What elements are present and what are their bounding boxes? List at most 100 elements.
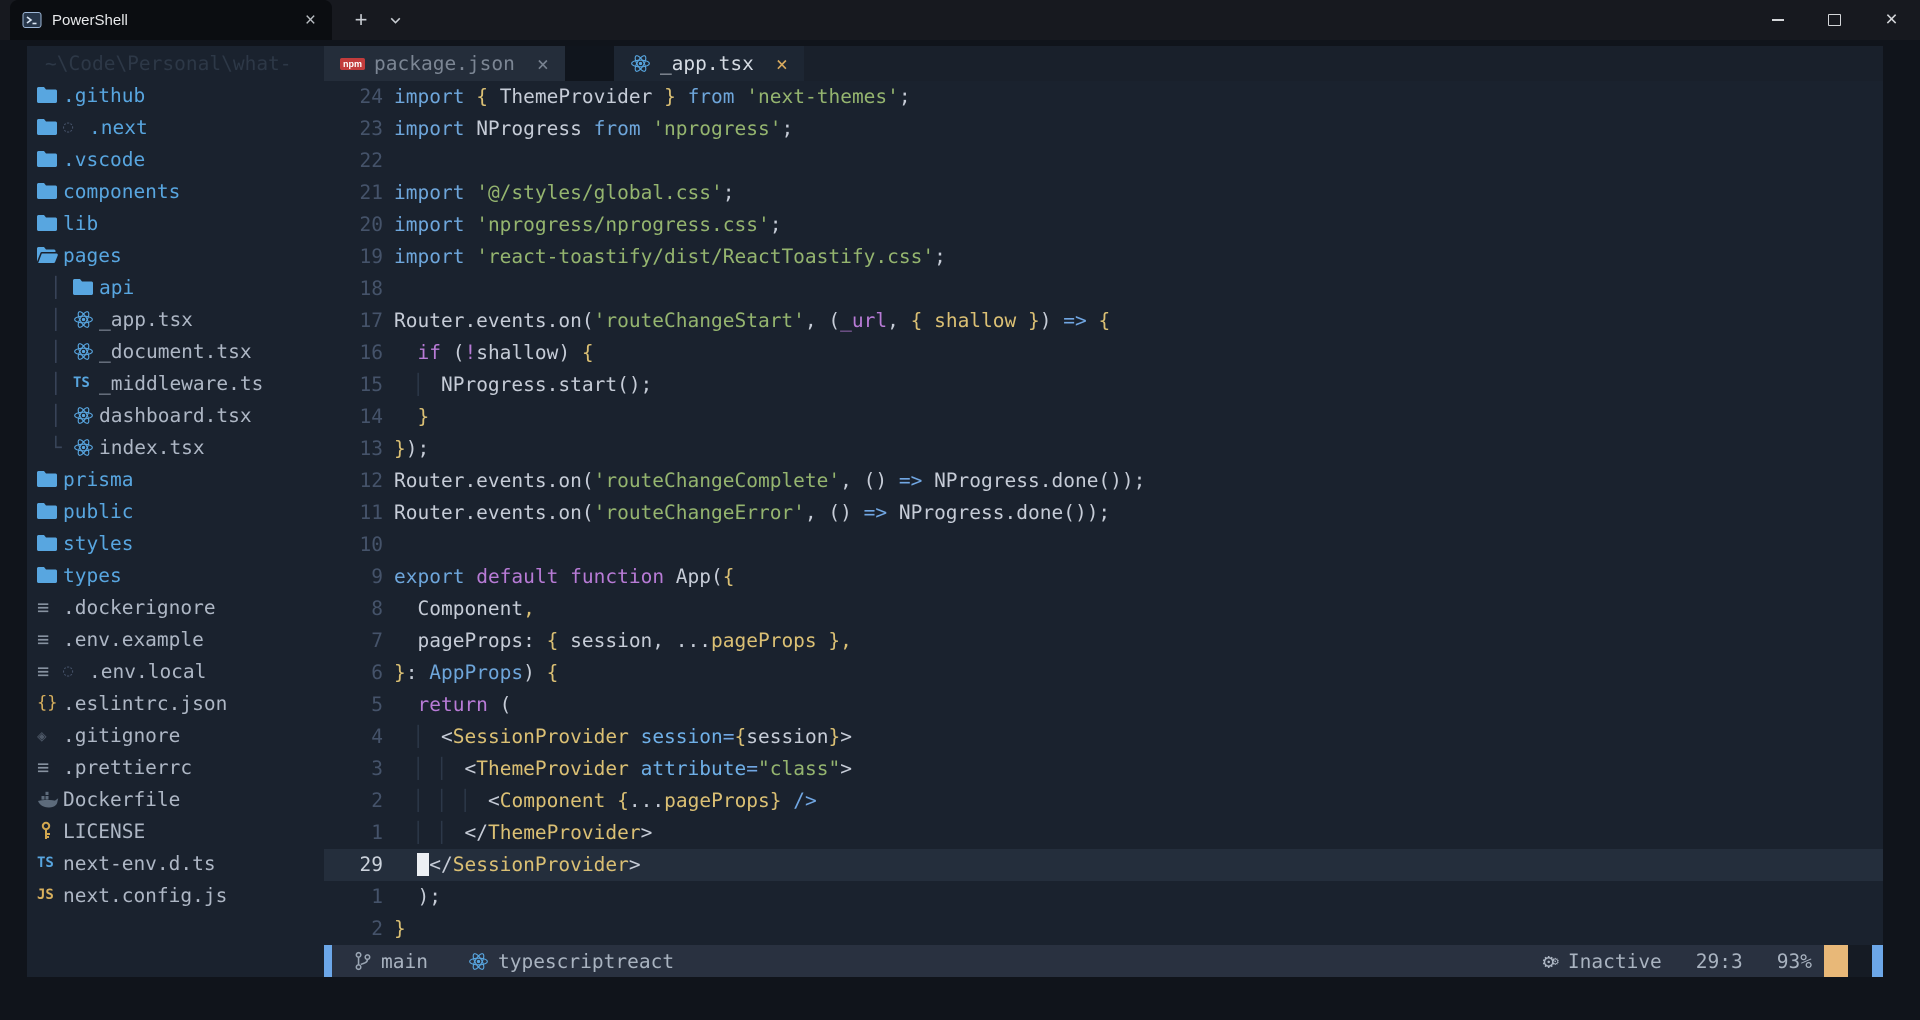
list-icon: ≡ — [37, 659, 63, 683]
tree-indent-guide: │ — [37, 276, 73, 299]
line-number: 16 — [324, 337, 383, 369]
editor-pane: npmpackage.json× _app.tsx× 24import { The… — [324, 46, 1883, 977]
buffer-tab-_app.tsx[interactable]: _app.tsx× — [614, 46, 804, 81]
line-number: 12 — [324, 465, 383, 497]
tree-item-.gitignore[interactable]: ◈.gitignore — [27, 719, 324, 751]
code-line-current[interactable]: 29 </SessionProvider> — [324, 849, 1883, 881]
tree-item-public[interactable]: public — [27, 495, 324, 527]
code-line[interactable]: 1 ▏ ▏ </ThemeProvider> — [324, 817, 1883, 849]
tree-item-.github[interactable]: .github — [27, 79, 324, 111]
tree-item-.dockerignore[interactable]: ≡.dockerignore — [27, 591, 324, 623]
code-line[interactable]: 9export default function App({ — [324, 561, 1883, 593]
code-line[interactable]: 8 Component, — [324, 593, 1883, 625]
code-line[interactable]: 14 } — [324, 401, 1883, 433]
tree-item-.next[interactable]: ◌.next — [27, 111, 324, 143]
code-line[interactable]: 7 pageProps: { session, ...pageProps }, — [324, 625, 1883, 657]
code-line[interactable]: 18 — [324, 273, 1883, 305]
code-line[interactable]: 12Router.events.on('routeChangeComplete'… — [324, 465, 1883, 497]
tree-item-_app.tsx[interactable]: │_app.tsx — [27, 303, 324, 335]
tree-item-components[interactable]: components — [27, 175, 324, 207]
code-line[interactable]: 19import 'react-toastify/dist/ReactToast… — [324, 241, 1883, 273]
tree-item-api[interactable]: │api — [27, 271, 324, 303]
react-icon — [630, 54, 651, 73]
tree-item-label: pages — [63, 244, 122, 267]
tree-item-types[interactable]: types — [27, 559, 324, 591]
file-tree: .github◌.next.vscodecomponents lib pages │a… — [27, 79, 324, 911]
tree-item-.env.local[interactable]: ≡◌.env.local — [27, 655, 324, 687]
terminal-tab-powershell[interactable]: PowerShell × — [10, 0, 332, 40]
tree-item-pages[interactable]: pages — [27, 239, 324, 271]
code-line[interactable]: 13}); — [324, 433, 1883, 465]
tree-item-prisma[interactable]: prisma — [27, 463, 324, 495]
buffer-tab-close-icon[interactable]: × — [537, 52, 549, 76]
line-number: 2 — [324, 913, 383, 945]
code-line[interactable]: 2 ▏ ▏ ▏ <Component {...pageProps} /> — [324, 785, 1883, 817]
terminal-content: ~\Code\Personal\what- .github◌.next.vsco… — [27, 46, 1883, 977]
code-line[interactable]: 17Router.events.on('routeChangeStart', (… — [324, 305, 1883, 337]
line-number: 22 — [324, 145, 383, 177]
tree-item-lib[interactable]: lib — [27, 207, 324, 239]
terminal-tab-close-icon[interactable]: × — [301, 11, 320, 30]
tree-item-next-env.d.ts[interactable]: TSnext-env.d.ts — [27, 847, 324, 879]
maximize-button[interactable] — [1806, 0, 1863, 40]
gears-icon: ⚙⚙ — [1543, 951, 1559, 971]
tree-item-label: .gitignore — [63, 724, 180, 747]
line-number: 13 — [324, 433, 383, 465]
filetype-label: typescriptreact — [498, 950, 674, 973]
line-number: 6 — [324, 657, 383, 689]
git-branch-icon — [354, 951, 372, 971]
close-button[interactable]: × — [1863, 0, 1920, 40]
code-line[interactable]: 22 — [324, 145, 1883, 177]
tree-item-dashboard.tsx[interactable]: │dashboard.tsx — [27, 399, 324, 431]
tree-item-next.config.js[interactable]: JSnext.config.js — [27, 879, 324, 911]
tree-item-.eslintrc.json[interactable]: {}.eslintrc.json — [27, 687, 324, 719]
folder-icon — [37, 150, 63, 168]
tree-item-Dockerfile[interactable]: Dockerfile — [27, 783, 324, 815]
lsp-status-indicator: ⚙⚙ Inactive — [1543, 950, 1662, 973]
code-line[interactable]: 11Router.events.on('routeChangeError', (… — [324, 497, 1883, 529]
buffer-tab-package.json[interactable]: npmpackage.json× — [324, 46, 565, 81]
code-line[interactable]: 15 ▏ NProgress.start(); — [324, 369, 1883, 401]
code-line[interactable]: 16 if (!shallow) { — [324, 337, 1883, 369]
tree-item-label: lib — [63, 212, 98, 235]
code-text: Component, — [394, 593, 535, 625]
tree-item-label: prisma — [63, 468, 133, 491]
folder-icon — [37, 182, 63, 200]
tree-item-LICENSE[interactable]: LICENSE — [27, 815, 324, 847]
code-editor[interactable]: 24import { ThemeProvider } from 'next-th… — [324, 81, 1883, 945]
tree-item-_document.tsx[interactable]: │_document.tsx — [27, 335, 324, 367]
tree-item-.env.example[interactable]: ≡.env.example — [27, 623, 324, 655]
code-line[interactable]: 6}: AppProps) { — [324, 657, 1883, 689]
code-line[interactable]: 23import NProgress from 'nprogress'; — [324, 113, 1883, 145]
tree-item-index.tsx[interactable]: └index.tsx — [27, 431, 324, 463]
code-text: </SessionProvider> — [394, 849, 641, 881]
new-tab-button[interactable]: + — [344, 0, 378, 40]
minimize-button[interactable] — [1749, 0, 1806, 40]
code-line[interactable]: 10 — [324, 529, 1883, 561]
list-icon: ≡ — [37, 595, 63, 619]
code-text: export default function App({ — [394, 561, 735, 593]
tree-item-.vscode[interactable]: .vscode — [27, 143, 324, 175]
line-number: 7 — [324, 625, 383, 657]
code-line[interactable]: 1 ); — [324, 881, 1883, 913]
tree-item-styles[interactable]: styles — [27, 527, 324, 559]
statusbar-dark-block — [1848, 945, 1872, 977]
file-explorer-sidebar: ~\Code\Personal\what- .github◌.next.vsco… — [27, 46, 324, 977]
close-icon: × — [1885, 8, 1897, 32]
code-line[interactable]: 2} — [324, 913, 1883, 945]
react-icon — [73, 438, 99, 457]
code-line[interactable]: 5 return ( — [324, 689, 1883, 721]
code-text: }); — [394, 433, 429, 465]
code-text: ▏ <SessionProvider session={session}> — [394, 721, 852, 753]
code-line[interactable]: 4 ▏ <SessionProvider session={session}> — [324, 721, 1883, 753]
code-line[interactable]: 20import 'nprogress/nprogress.css'; — [324, 209, 1883, 241]
folder-icon — [37, 86, 63, 104]
tab-dropdown-button[interactable] — [378, 0, 412, 40]
tree-item-.prettierrc[interactable]: ≡.prettierrc — [27, 751, 324, 783]
tree-indent-guide: │ — [37, 340, 73, 363]
code-line[interactable]: 3 ▏ ▏ <ThemeProvider attribute="class"> — [324, 753, 1883, 785]
buffer-tab-close-icon[interactable]: × — [776, 52, 788, 76]
code-line[interactable]: 24import { ThemeProvider } from 'next-th… — [324, 81, 1883, 113]
tree-item-_middleware.ts[interactable]: │TS_middleware.ts — [27, 367, 324, 399]
code-line[interactable]: 21import '@/styles/global.css'; — [324, 177, 1883, 209]
